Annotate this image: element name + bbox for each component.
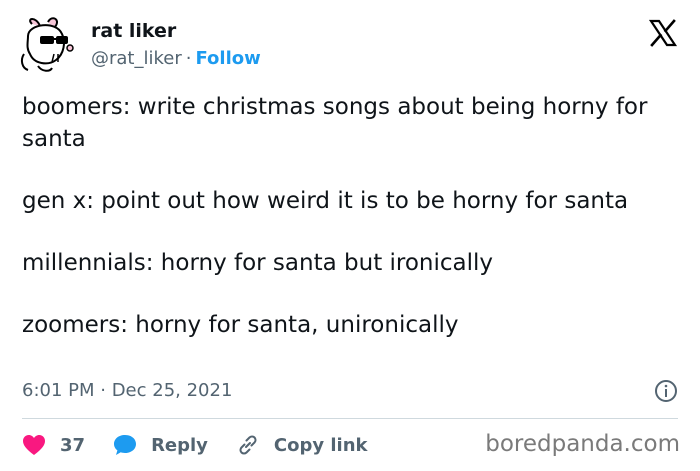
tweet-body: boomers: write christmas songs about bei… [22, 91, 682, 371]
handle-row: @rat_liker · Follow [91, 48, 261, 69]
action-bar: 37 Reply Copy link [22, 430, 396, 460]
reply-button[interactable]: Reply [113, 434, 208, 456]
follow-button[interactable]: Follow [195, 48, 260, 69]
tweet-timestamp[interactable]: 6:01 PM · Dec 25, 2021 [22, 380, 232, 401]
copy-link-label: Copy link [273, 434, 368, 456]
avatar[interactable] [18, 14, 82, 78]
reply-label: Reply [151, 434, 208, 456]
separator: · [185, 48, 192, 69]
tweet-paragraph: gen x: point out how weird it is to be h… [22, 188, 629, 214]
display-name[interactable]: rat liker [91, 20, 176, 42]
info-icon[interactable] [654, 379, 678, 403]
heart-icon [23, 435, 45, 455]
handle[interactable]: @rat_liker [91, 48, 182, 69]
tweet-paragraph: millennials: horny for santa but ironica… [22, 250, 494, 276]
reply-bubble-icon [114, 435, 137, 455]
x-logo-icon[interactable] [648, 18, 678, 48]
link-icon [239, 435, 257, 455]
rat-avatar-icon [20, 17, 74, 72]
copy-link-button[interactable]: Copy link [236, 433, 368, 457]
like-button[interactable]: 37 [22, 434, 85, 456]
watermark: boredpanda.com [485, 431, 680, 457]
tweet-paragraph: zoomers: horny for santa, unironically [22, 312, 459, 338]
like-count: 37 [60, 434, 86, 456]
tweet-paragraph: boomers: write christmas songs about bei… [22, 94, 648, 152]
divider [22, 418, 678, 419]
